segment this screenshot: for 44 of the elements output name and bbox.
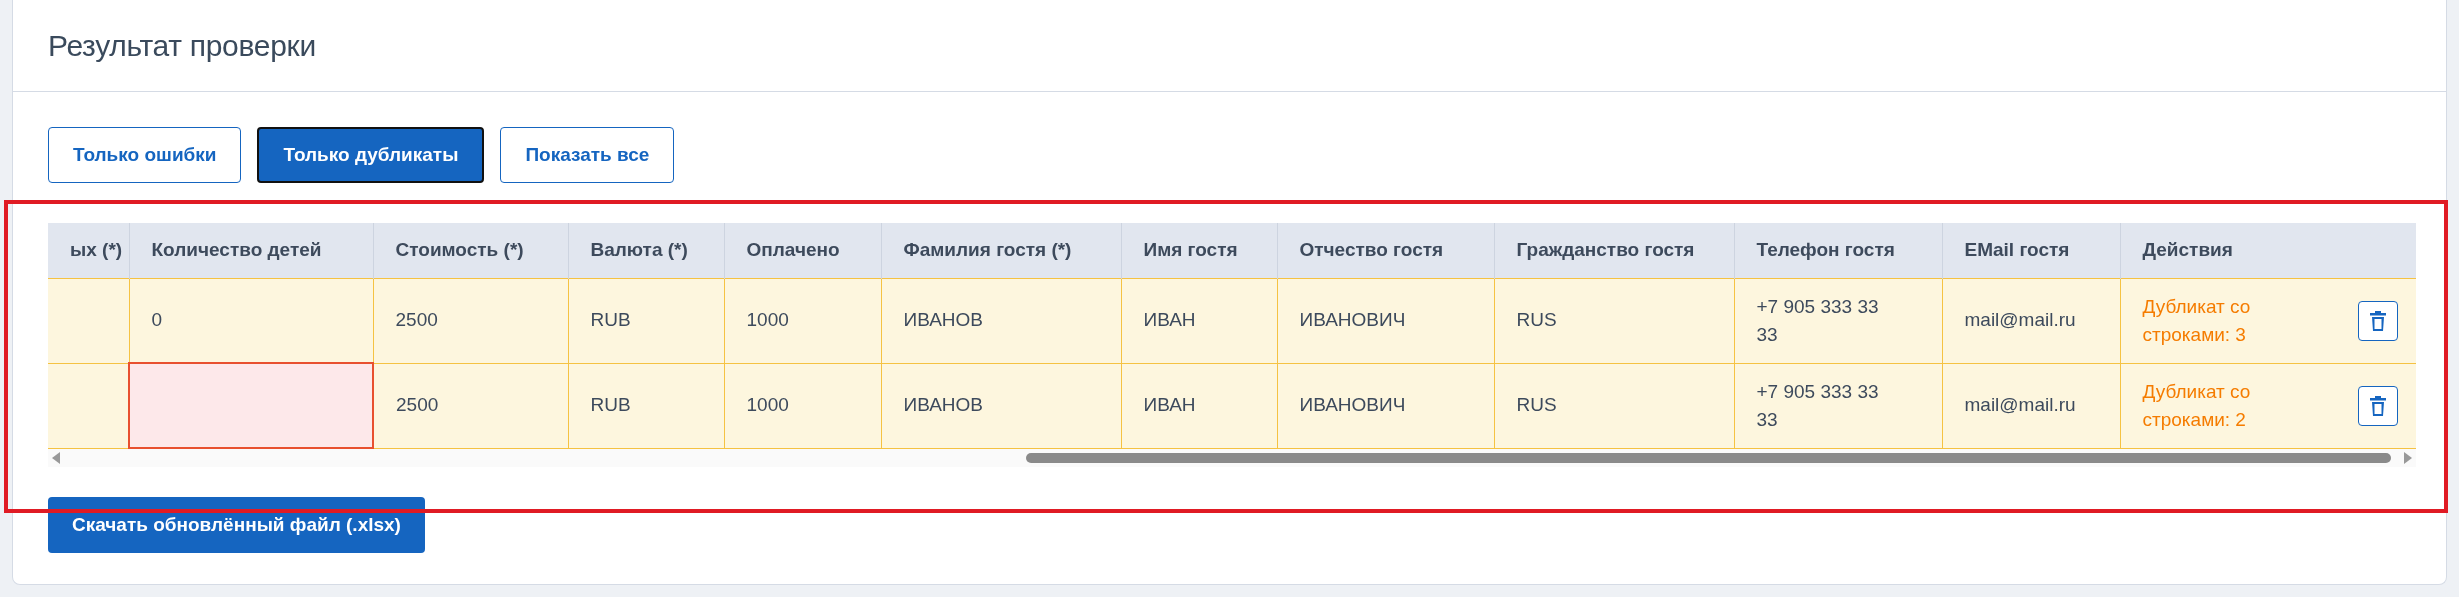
table-cell: mail@mail.ru — [1942, 278, 2120, 363]
column-header: Стоимость (*) — [373, 223, 568, 278]
column-header: Количество детей — [129, 223, 373, 278]
column-header: Имя гостя — [1121, 223, 1277, 278]
duplicate-status: Дубликат со строками: 3 — [2142, 294, 2252, 347]
column-header: Гражданство гостя — [1494, 223, 1734, 278]
table-cell: RUB — [568, 363, 724, 448]
error-cell[interactable] — [129, 363, 373, 448]
column-header: EMail гостя — [1942, 223, 2120, 278]
table-cell: 1000 — [724, 363, 881, 448]
column-header: Валюта (*) — [568, 223, 724, 278]
table-cell: ИВАН — [1121, 363, 1277, 448]
card-title: Результат проверки — [48, 27, 316, 64]
column-header: Действия — [2120, 223, 2416, 278]
table-cell: +7 905 333 33 33 — [1734, 363, 1942, 448]
duplicate-status: Дубликат со строками: 2 — [2142, 379, 2252, 432]
column-header: Оплачено — [724, 223, 881, 278]
table-cell: mail@mail.ru — [1942, 363, 2120, 448]
table-cell: RUB — [568, 278, 724, 363]
table-cell: RUS — [1494, 278, 1734, 363]
table-cell: 0 — [129, 278, 373, 363]
table-cell: ИВАНОВИЧ — [1277, 363, 1494, 448]
column-header: ых (*) — [48, 223, 129, 278]
trash-icon — [2369, 395, 2386, 416]
table-cell: +7 905 333 33 33 — [1734, 278, 1942, 363]
filter-button[interactable]: Показать все — [500, 127, 675, 183]
column-header: Отчество гостя — [1277, 223, 1494, 278]
table-cell: 2500 — [373, 363, 568, 448]
column-header: Телефон гостя — [1734, 223, 1942, 278]
filter-button[interactable]: Только ошибки — [48, 127, 242, 183]
delete-button[interactable] — [2357, 385, 2398, 426]
table-cell: ИВАНОВИЧ — [1277, 278, 1494, 363]
table-cell: ИВАН — [1121, 278, 1277, 363]
table-cell: 2500 — [373, 278, 568, 363]
horizontal-scrollbar[interactable] — [48, 449, 2416, 467]
download-button[interactable]: Скачать обновлённый файл (.xlsx) — [48, 497, 425, 553]
column-header: Фамилия гостя (*) — [881, 223, 1121, 278]
trash-icon — [2369, 310, 2386, 331]
filter-button[interactable]: Только дубликаты — [257, 127, 485, 183]
table-cell: ИВАНОВ — [881, 363, 1121, 448]
table-cell: ИВАНОВ — [881, 278, 1121, 363]
table-cell: RUS — [1494, 363, 1734, 448]
table-cell: 1000 — [724, 278, 881, 363]
delete-button[interactable] — [2357, 300, 2398, 341]
